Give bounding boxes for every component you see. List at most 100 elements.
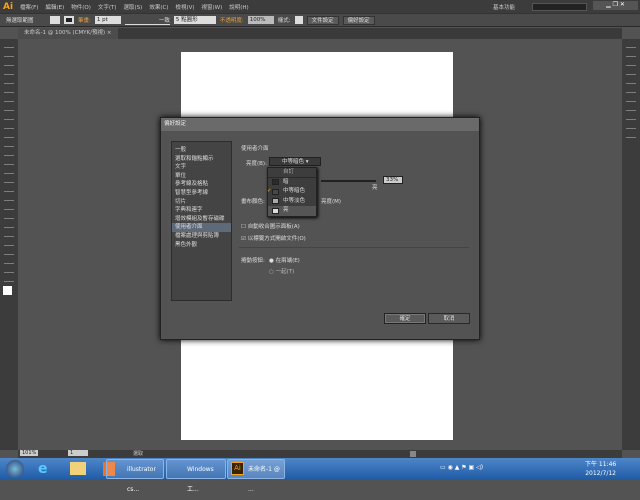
width-tool-icon[interactable] <box>4 158 14 165</box>
menu-edit[interactable]: 編輯(E) <box>45 3 64 11</box>
artboard-number[interactable]: 1 <box>68 450 88 456</box>
menu-effect[interactable]: 效果(C) <box>149 3 168 11</box>
category-item[interactable]: 文字 <box>172 163 231 172</box>
workspace-switcher[interactable]: 基本功能 <box>493 3 515 11</box>
option-medium-light[interactable]: 中等淡色 <box>268 197 316 207</box>
menu-object[interactable]: 物件(O) <box>71 3 91 11</box>
graph-tool-icon[interactable] <box>4 239 14 246</box>
cancel-button[interactable]: 取消 <box>428 313 470 324</box>
system-tray-icons[interactable]: ▭ ◉ ▲ ⚑ ▣ ◁) <box>440 464 483 471</box>
zoom-tool-icon[interactable] <box>4 275 14 282</box>
option-light[interactable]: 亮 <box>268 206 316 216</box>
preferences-button[interactable]: 偏好設定 <box>342 15 375 25</box>
menu-help[interactable]: 說明(H) <box>229 3 248 11</box>
rotate-tool-icon[interactable] <box>4 140 14 147</box>
category-item[interactable]: 智慧型參考線 <box>172 189 231 198</box>
category-item[interactable]: 使用者介面 <box>172 223 231 232</box>
direct-selection-tool-icon[interactable] <box>4 50 14 57</box>
fill-color-icon[interactable] <box>3 286 12 295</box>
explorer-icon[interactable] <box>70 462 86 475</box>
category-item[interactable]: 切片 <box>172 198 231 207</box>
lasso-tool-icon[interactable] <box>4 68 14 75</box>
mesh-tool-icon[interactable] <box>4 194 14 201</box>
transparency-panel-icon[interactable] <box>626 104 636 111</box>
fill-swatch[interactable] <box>50 16 60 24</box>
brightness-percent-input[interactable]: 33% <box>383 176 403 184</box>
opacity-label[interactable]: 不透明度: <box>220 16 244 24</box>
pen-tool-icon[interactable] <box>4 77 14 84</box>
line-tool-icon[interactable] <box>4 95 14 102</box>
stroke-panel-icon[interactable] <box>626 86 636 93</box>
brush-select[interactable]: 5 點圓形 <box>173 16 216 24</box>
category-item[interactable]: 單位 <box>172 172 231 181</box>
style-swatch[interactable] <box>294 16 303 24</box>
brightness-select[interactable]: 中等暗色 ▾ <box>269 157 321 166</box>
magic-wand-tool-icon[interactable] <box>4 59 14 66</box>
zoom-level[interactable]: 101% <box>20 450 39 456</box>
category-item[interactable]: 增效模組及暫存磁碟 <box>172 215 231 224</box>
taskbar-item-task-manager[interactable]: Windows 工... <box>166 459 226 493</box>
document-setup-button[interactable]: 文件設定 <box>306 15 339 25</box>
option-medium-dark[interactable]: ✓ 中等暗色 <box>267 187 316 197</box>
stroke-swatch[interactable] <box>64 16 74 24</box>
artboards-panel-icon[interactable] <box>626 131 636 138</box>
blend-tool-icon[interactable] <box>4 221 14 228</box>
open-as-tabs-checkbox[interactable]: ☑ 以標籤方式開啟文件(O) <box>241 234 306 242</box>
stroke-profile-select[interactable]: 一致 <box>124 16 170 25</box>
rectangle-tool-icon[interactable] <box>4 104 14 111</box>
free-transform-tool-icon[interactable] <box>4 167 14 174</box>
eyedropper-tool-icon[interactable] <box>4 212 14 219</box>
menu-file[interactable]: 檔案(F) <box>20 3 38 11</box>
canvas-color-option[interactable]: 亮度(M) <box>321 197 341 205</box>
paintbrush-tool-icon[interactable] <box>4 113 14 120</box>
shape-builder-tool-icon[interactable] <box>4 176 14 183</box>
layers-panel-icon[interactable] <box>626 122 636 129</box>
document-tab[interactable]: 未命名-1 @ 100% (CMYK/預視) × <box>18 28 118 39</box>
symbols-panel-icon[interactable] <box>626 77 636 84</box>
option-dark[interactable]: 暗 <box>268 178 316 188</box>
hand-tool-icon[interactable] <box>4 266 14 273</box>
scale-tool-icon[interactable] <box>4 149 14 156</box>
clock[interactable]: 下午 11:46 2012/7/12 <box>585 460 616 478</box>
category-item[interactable]: 一般 <box>172 146 231 155</box>
menu-select[interactable]: 選取(S) <box>124 3 143 11</box>
category-item[interactable]: 字典和連字 <box>172 206 231 215</box>
category-item[interactable]: 參考線及格點 <box>172 180 231 189</box>
opacity-input[interactable]: 100% <box>247 16 274 24</box>
color-guide-icon[interactable] <box>626 50 636 57</box>
category-item[interactable]: 檔案處理與剪貼簿 <box>172 232 231 241</box>
horizontal-scrollbar-thumb[interactable] <box>410 451 416 457</box>
start-button[interactable] <box>6 460 24 478</box>
menu-view[interactable]: 檢視(V) <box>175 3 194 11</box>
stroke-weight-input[interactable]: 1 pt <box>94 16 121 24</box>
scroll-together-radio[interactable]: ○ 一起(T) <box>269 267 294 275</box>
gradient-panel-icon[interactable] <box>626 95 636 102</box>
window-controls[interactable]: ▁ ❐ ✕ <box>593 1 638 10</box>
appearance-panel-icon[interactable] <box>626 113 636 120</box>
color-panel-icon[interactable] <box>626 41 636 48</box>
pencil-tool-icon[interactable] <box>4 122 14 129</box>
brightness-slider[interactable] <box>321 180 376 182</box>
ok-button[interactable]: 確定 <box>384 313 426 324</box>
ie-icon[interactable]: e <box>38 461 48 477</box>
auto-collapse-checkbox[interactable]: ☐ 自動收合圖示面板(A) <box>241 222 300 230</box>
symbol-sprayer-tool-icon[interactable] <box>4 230 14 237</box>
brushes-panel-icon[interactable] <box>626 68 636 75</box>
menu-window[interactable]: 視窗(W) <box>202 3 223 11</box>
preferences-category-list[interactable]: 一般 選取和錨點顯示 文字 單位 參考線及格點 智慧型參考線 切片 字典和連字 增效模組及暫存磁… <box>171 141 232 301</box>
selection-tool-icon[interactable] <box>4 41 14 48</box>
eraser-tool-icon[interactable] <box>4 131 14 138</box>
menu-type[interactable]: 文字(T) <box>98 3 117 11</box>
perspective-grid-tool-icon[interactable] <box>4 185 14 192</box>
close-tab-icon[interactable]: × <box>107 30 112 36</box>
type-tool-icon[interactable] <box>4 86 14 93</box>
gradient-tool-icon[interactable] <box>4 203 14 210</box>
taskbar-item-ie[interactable]: illustrator cs... <box>106 459 164 493</box>
swatches-panel-icon[interactable] <box>626 59 636 66</box>
category-item[interactable]: 選取和錨點顯示 <box>172 155 231 164</box>
search-input[interactable] <box>532 3 587 11</box>
category-item[interactable]: 黑色外觀 <box>172 241 231 250</box>
status-mode[interactable]: 選取 <box>133 450 143 457</box>
artboard-tool-icon[interactable] <box>4 248 14 255</box>
scroll-at-ends-radio[interactable]: ● 在兩端(E) <box>269 256 300 264</box>
